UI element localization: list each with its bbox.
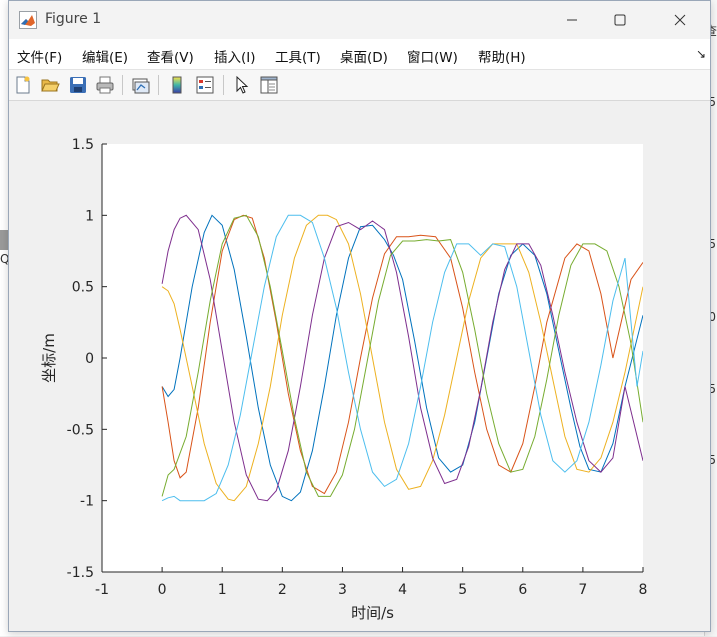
y-tick-label: -0.5 xyxy=(67,422,94,438)
y-tick-label: 0 xyxy=(85,351,94,367)
x-tick-label: 5 xyxy=(458,582,467,598)
y-tick-label: 1 xyxy=(85,208,94,224)
x-tick-label: 7 xyxy=(578,582,587,598)
line-chart[interactable]: -1 0 1 2 3 4 5 6 7 8-1.5-1-0.500.511.5时间/s坐标/m xyxy=(1,1,717,637)
y-tick-label: 0.5 xyxy=(72,280,94,296)
x-tick-label: -1 xyxy=(95,582,109,598)
figure-window: Figure 1 文件(F) 编辑(E) 查看(V) 插入(I) 工具(T) 桌… xyxy=(8,0,711,632)
x-axis-label: 时间/s xyxy=(351,604,394,622)
y-tick-label: 1.5 xyxy=(72,137,94,153)
y-axis-label: 坐标/m xyxy=(40,333,58,383)
x-tick-label: 1 xyxy=(218,582,227,598)
x-tick-label: 2 xyxy=(278,582,287,598)
x-tick-label: 4 xyxy=(398,582,407,598)
x-tick-label: 6 xyxy=(518,582,527,598)
x-tick-label: 8 xyxy=(639,582,648,598)
y-tick-label: -1.5 xyxy=(67,565,94,581)
y-tick-label: -1 xyxy=(80,494,94,510)
x-tick-label: 0 xyxy=(158,582,167,598)
x-tick-label: 3 xyxy=(338,582,347,598)
figure-canvas: -1 0 1 2 3 4 5 6 7 8 -1.5 -1 -0.5 0 0.5 1 1.5 时间/s 坐标/m xyxy=(9,101,710,631)
